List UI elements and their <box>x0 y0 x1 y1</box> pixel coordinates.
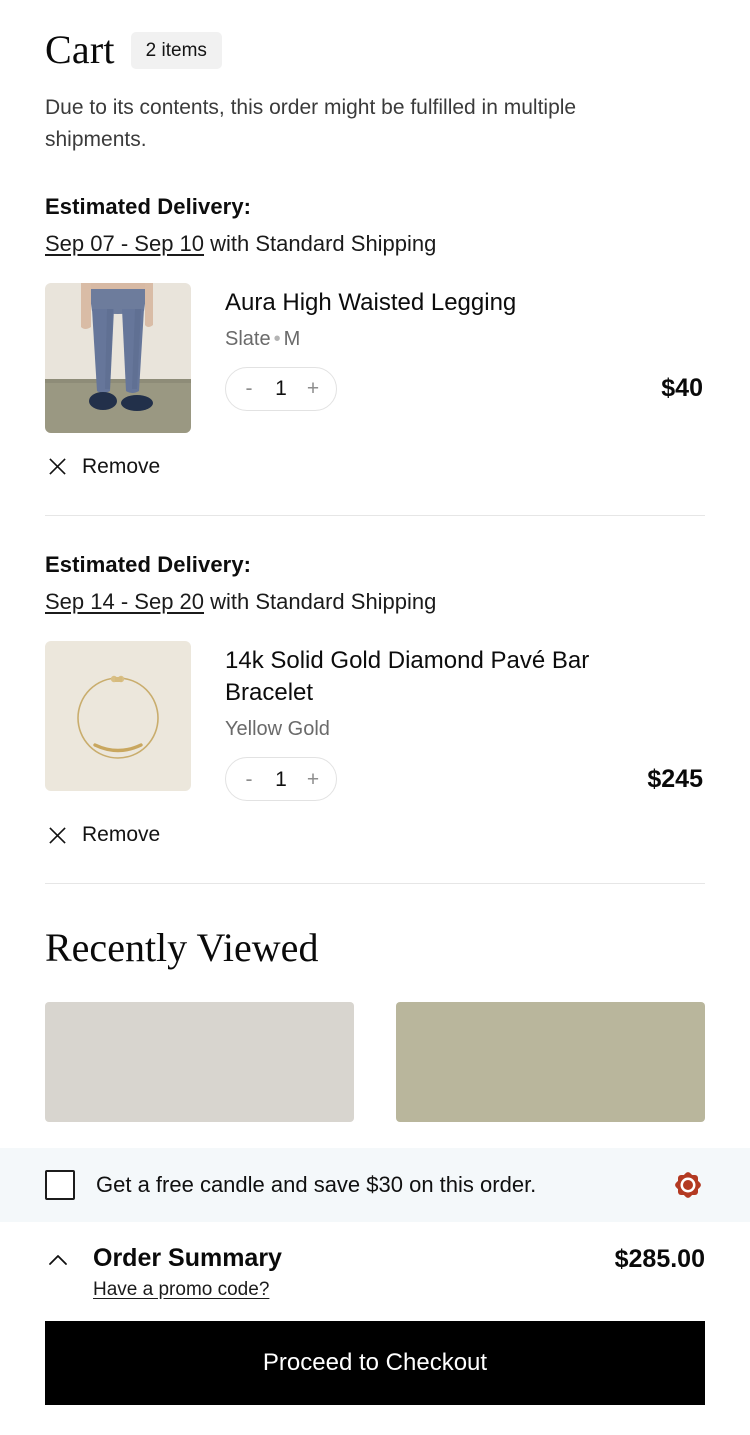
remove-label-2: Remove <box>82 823 161 847</box>
order-total: $285.00 <box>614 1245 705 1274</box>
cart-page: Cart 2 items Due to its contents, this o… <box>0 0 750 1435</box>
product-variant-2: Yellow Gold <box>225 718 705 741</box>
fulfilment-note: Due to its contents, this order might be… <box>45 96 577 151</box>
product-image-1[interactable] <box>45 282 191 433</box>
product-price-1: $40 <box>661 374 703 403</box>
offer-checkbox[interactable] <box>45 1170 75 1201</box>
increment-button-1[interactable]: + <box>298 378 328 399</box>
item-count-badge: 2 items <box>130 31 222 69</box>
close-icon <box>48 826 67 845</box>
proceed-to-checkout-button[interactable]: Proceed to Checkout <box>45 1321 705 1405</box>
remove-button-1[interactable]: Remove <box>0 433 750 479</box>
quantity-stepper-1[interactable]: - 1 + <box>225 366 337 411</box>
chevron-up-icon[interactable] <box>45 1248 71 1274</box>
page-title: Cart <box>45 27 115 72</box>
product-image-2[interactable] <box>45 640 191 791</box>
variant-size-1: M <box>283 327 301 350</box>
recently-viewed-card-1[interactable] <box>45 1002 354 1123</box>
recently-viewed-section: Recently Viewed <box>0 884 750 1123</box>
decrement-button-2[interactable]: - <box>234 769 264 790</box>
order-summary-title: Order Summary <box>93 1244 282 1273</box>
increment-button-2[interactable]: + <box>298 769 328 790</box>
promo-code-link[interactable]: Have a promo code? <box>93 1279 269 1301</box>
rosette-icon <box>671 1168 705 1202</box>
offer-text: Get a free candle and save $30 on this o… <box>96 1172 537 1198</box>
product-name-1[interactable]: Aura High Waisted Legging <box>225 287 645 319</box>
quantity-value-1: 1 <box>275 377 287 401</box>
delivery-line-2: Sep 14 - Sep 20 with Standard Shipping <box>45 589 705 615</box>
variant-color-1: Slate <box>225 327 271 350</box>
delivery-dates-1[interactable]: Sep 07 - Sep 10 <box>45 231 204 256</box>
quantity-price-row-2: - 1 + $245 <box>225 757 705 802</box>
variant-separator-1: • <box>273 327 281 350</box>
order-summary-row[interactable]: Order Summary Have a promo code? $285.00 <box>0 1222 750 1301</box>
decrement-button-1[interactable]: - <box>234 378 264 399</box>
free-candle-offer-bar[interactable]: Get a free candle and save $30 on this o… <box>0 1148 750 1223</box>
order-summary-labels: Order Summary Have a promo code? <box>71 1244 615 1301</box>
sticky-footer: Get a free candle and save $30 on this o… <box>0 1148 750 1435</box>
delivery-dates-2[interactable]: Sep 14 - Sep 20 <box>45 589 204 614</box>
delivery-label-1: Estimated Delivery: <box>45 193 252 219</box>
remove-label-1: Remove <box>82 454 161 478</box>
quantity-value-2: 1 <box>275 767 287 791</box>
cart-header: Cart 2 items <box>0 0 750 70</box>
product-details-2: 14k Solid Gold Diamond Pavé Bar Bracelet… <box>225 641 705 802</box>
cart-item-2: 14k Solid Gold Diamond Pavé Bar Bracelet… <box>0 615 750 802</box>
delivery-method-1: with Standard Shipping <box>204 230 437 256</box>
product-name-2[interactable]: 14k Solid Gold Diamond Pavé Bar Bracelet <box>225 645 645 709</box>
quantity-price-row-1: - 1 + $40 <box>225 366 705 411</box>
cart-item-1: Aura High Waisted Legging Slate • M - 1 + … <box>0 257 750 433</box>
quantity-stepper-2[interactable]: - 1 + <box>225 757 337 802</box>
remove-button-2[interactable]: Remove <box>0 801 750 847</box>
product-variant-1: Slate • M <box>225 328 705 351</box>
delivery-info-1: Estimated Delivery: Sep 07 - Sep 10 with… <box>0 156 750 257</box>
recently-viewed-title: Recently Viewed <box>45 925 319 971</box>
product-details-1: Aura High Waisted Legging Slate • M - 1 + … <box>225 283 705 433</box>
product-price-2: $245 <box>647 764 703 793</box>
delivery-label-2: Estimated Delivery: <box>45 551 252 577</box>
variant-color-2: Yellow Gold <box>225 718 330 741</box>
delivery-method-2: with Standard Shipping <box>204 588 437 614</box>
delivery-line-1: Sep 07 - Sep 10 with Standard Shipping <box>45 231 705 257</box>
recently-viewed-card-2[interactable] <box>396 1002 705 1123</box>
delivery-info-2: Estimated Delivery: Sep 14 - Sep 20 with… <box>0 516 750 615</box>
close-icon <box>48 457 67 476</box>
recently-viewed-carousel[interactable] <box>45 1002 705 1123</box>
